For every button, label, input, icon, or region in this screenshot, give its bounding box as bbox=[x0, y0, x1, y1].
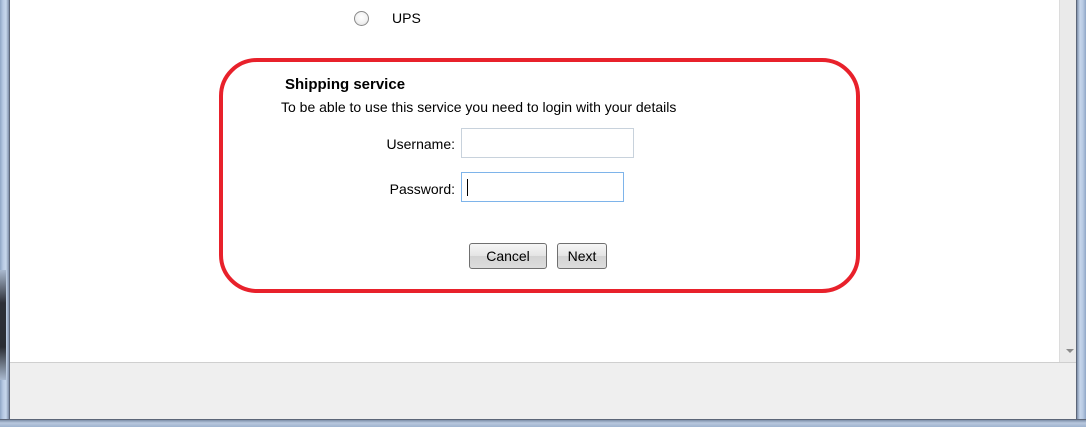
status-bar bbox=[10, 362, 1076, 420]
window-frame-right bbox=[1076, 0, 1086, 427]
text-caret bbox=[467, 179, 468, 196]
password-field[interactable] bbox=[461, 172, 624, 202]
radio-button[interactable] bbox=[354, 10, 369, 26]
window-frame-left-shadow bbox=[0, 270, 6, 380]
next-button[interactable]: Next bbox=[557, 243, 607, 269]
shipping-option-ups[interactable]: UPS bbox=[354, 10, 421, 26]
username-label: Username: bbox=[386, 136, 455, 152]
window-frame-bottom bbox=[0, 419, 1086, 427]
section-description: To be able to use this service you need … bbox=[281, 99, 677, 115]
vertical-scrollbar[interactable] bbox=[1059, 0, 1077, 362]
section-title: Shipping service bbox=[285, 76, 406, 93]
radio-label: UPS bbox=[392, 10, 421, 26]
cancel-button[interactable]: Cancel bbox=[469, 243, 547, 269]
username-field[interactable] bbox=[461, 128, 634, 158]
password-label: Password: bbox=[389, 181, 455, 197]
scroll-down-arrow-icon[interactable] bbox=[1066, 349, 1074, 353]
